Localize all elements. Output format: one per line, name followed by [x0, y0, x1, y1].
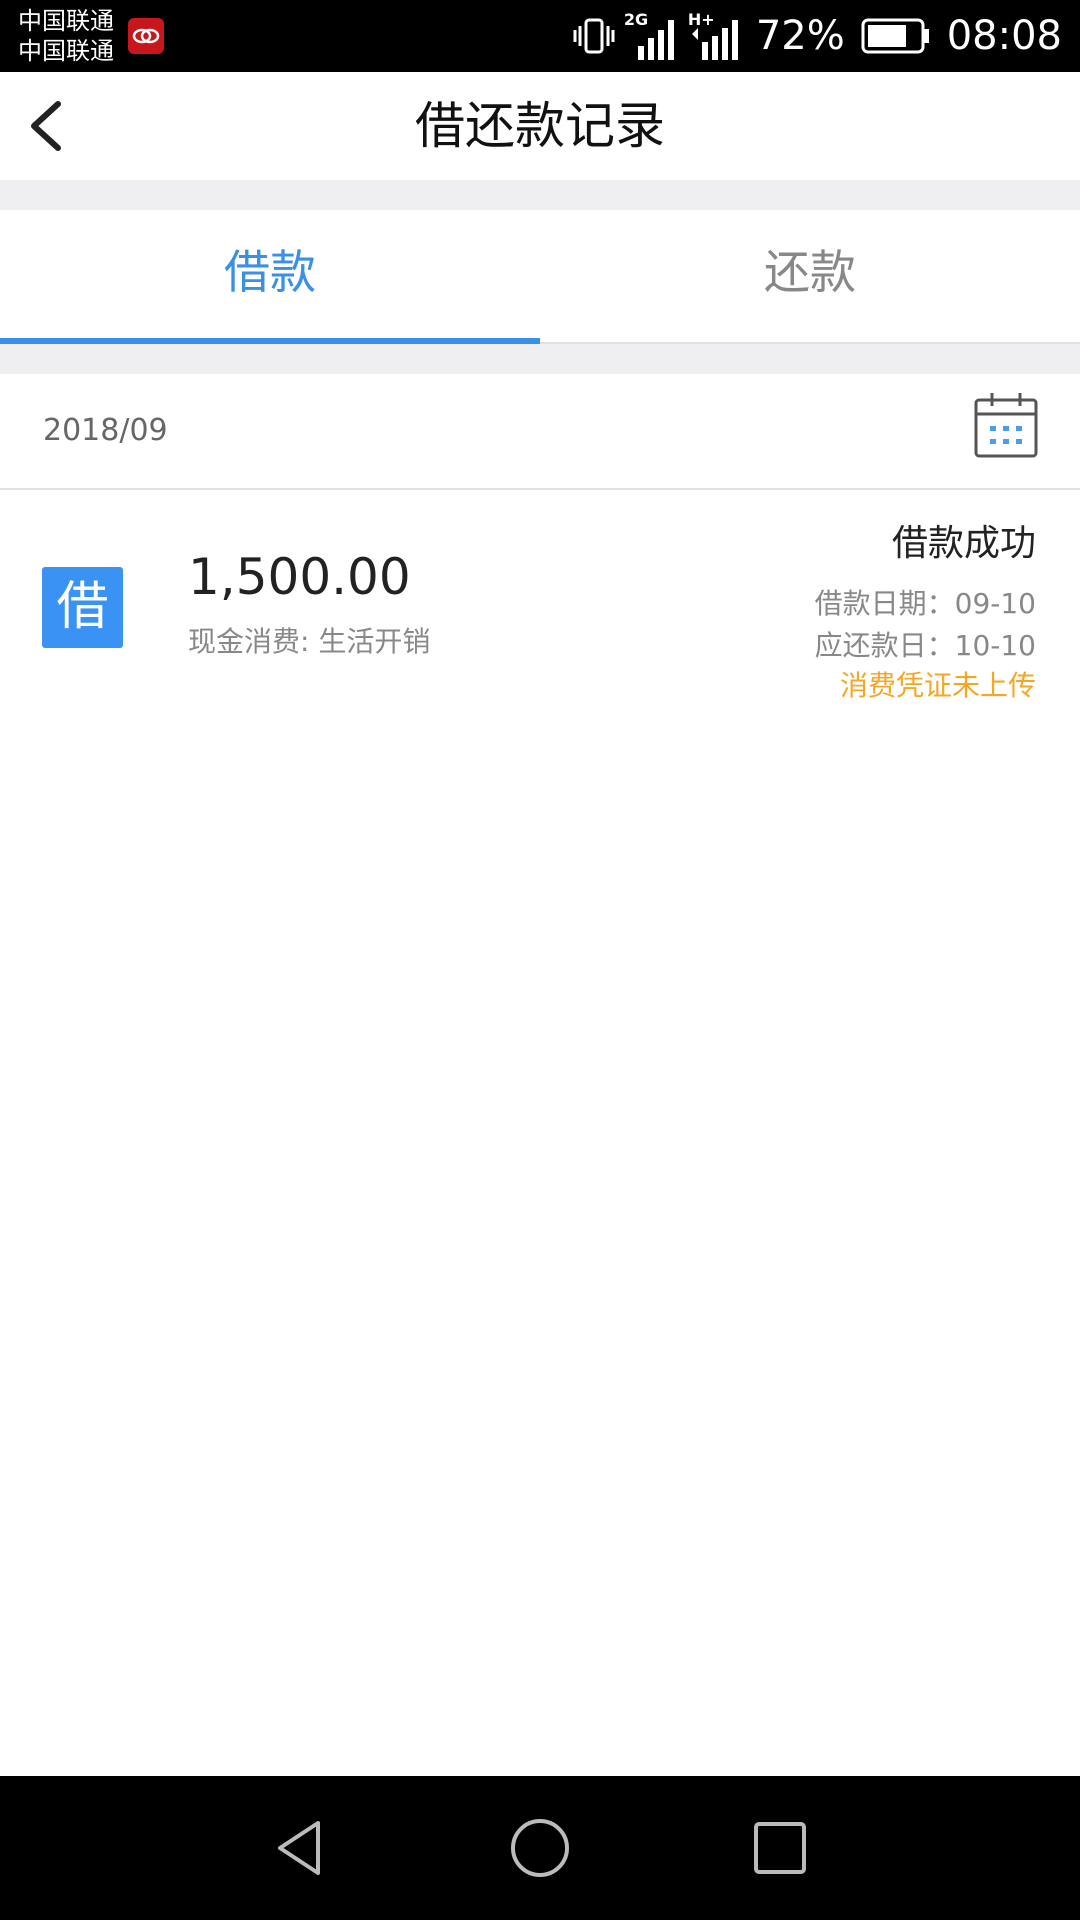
- tab-repay[interactable]: 还款: [540, 210, 1080, 342]
- list-item[interactable]: 借 1,500.00 现金消费: 生活开销 借款成功 借款日期：09-10 应还…: [0, 490, 1080, 710]
- nav-recent-button[interactable]: [745, 1813, 815, 1883]
- signal-icon: H+: [688, 8, 744, 64]
- loan-amount: 1,500.00: [188, 548, 411, 606]
- status-bar: 中国联通 中国联通 2G H+ 72% 08:08: [0, 0, 1080, 72]
- signal-icon: 2G: [624, 8, 680, 64]
- calendar-button[interactable]: [972, 390, 1040, 460]
- carrier-app-icon: [128, 18, 164, 54]
- recent-square-icon: [754, 1822, 806, 1874]
- carrier-2: 中国联通: [18, 37, 114, 65]
- network-type-label: H+: [687, 10, 715, 29]
- battery-icon: [861, 18, 929, 54]
- borrow-date: 借款日期：09-10: [814, 587, 1036, 620]
- carrier-labels: 中国联通 中国联通: [18, 6, 114, 66]
- due-date: 应还款日：10-10: [814, 629, 1036, 662]
- section-divider: [0, 180, 1080, 210]
- month-label: 2018/09: [43, 413, 168, 448]
- back-button[interactable]: [18, 96, 78, 156]
- borrow-type-badge: 借: [42, 567, 123, 648]
- month-filter-row: 2018/09: [0, 374, 1080, 490]
- back-triangle-icon: [278, 1821, 320, 1875]
- carrier-1: 中国联通: [18, 7, 114, 35]
- tab-borrow[interactable]: 借款: [0, 210, 540, 342]
- loan-status: 借款成功: [891, 523, 1036, 564]
- home-circle-icon: [511, 1819, 569, 1877]
- tab-bar: 借款 还款: [0, 210, 1080, 344]
- status-icons: 2G H+ 72% 08:08: [572, 0, 1062, 72]
- section-divider: [0, 344, 1080, 374]
- system-nav-bar: [0, 1776, 1080, 1920]
- nav-back-button[interactable]: [266, 1813, 336, 1883]
- calendar-icon: [974, 393, 1038, 458]
- nav-home-button[interactable]: [505, 1813, 575, 1883]
- app-header: 借还款记录: [0, 72, 1080, 180]
- loan-purpose: 现金消费: 生活开销: [188, 625, 431, 658]
- chevron-left-icon: [31, 101, 61, 151]
- battery-percent: 72%: [755, 13, 845, 59]
- network-type-label: 2G: [623, 10, 649, 29]
- vibrate-icon: [573, 18, 615, 54]
- voucher-not-uploaded-note[interactable]: 消费凭证未上传: [840, 664, 1036, 704]
- clock: 08:08: [946, 13, 1062, 59]
- page-title: 借还款记录: [415, 97, 665, 155]
